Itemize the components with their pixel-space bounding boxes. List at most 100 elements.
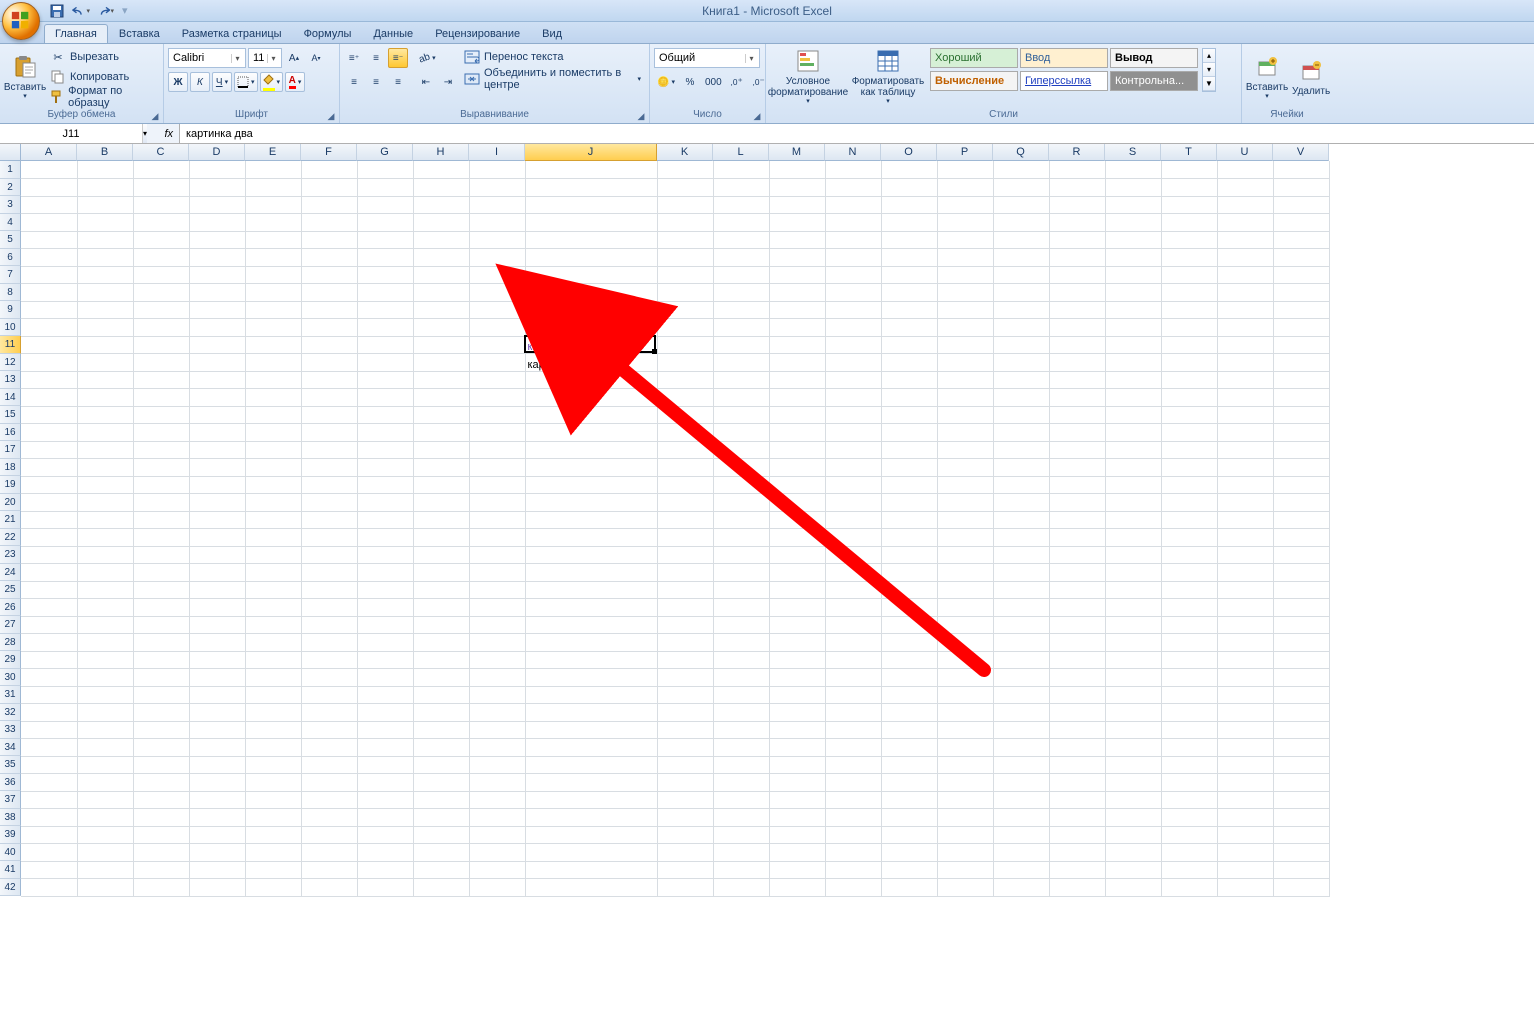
- cell[interactable]: [301, 336, 357, 354]
- cell[interactable]: [881, 651, 937, 669]
- cell[interactable]: [245, 791, 301, 809]
- percent-icon[interactable]: %: [680, 72, 700, 92]
- cell[interactable]: [881, 511, 937, 529]
- cell[interactable]: [413, 844, 469, 862]
- cell[interactable]: [245, 809, 301, 827]
- cell[interactable]: [769, 756, 825, 774]
- row-header[interactable]: 40: [0, 844, 21, 862]
- cell[interactable]: [825, 266, 881, 284]
- cell[interactable]: [1217, 581, 1273, 599]
- cell[interactable]: [713, 599, 769, 617]
- cell[interactable]: [525, 669, 657, 687]
- cell[interactable]: [713, 161, 769, 179]
- cell[interactable]: [301, 161, 357, 179]
- cell[interactable]: [1105, 459, 1161, 477]
- bold-button[interactable]: Ж: [168, 72, 188, 92]
- cell[interactable]: [245, 739, 301, 757]
- cell[interactable]: [525, 231, 657, 249]
- cell[interactable]: [469, 371, 525, 389]
- cell[interactable]: [993, 634, 1049, 652]
- cell[interactable]: [21, 301, 77, 319]
- cell[interactable]: [245, 371, 301, 389]
- cell[interactable]: [77, 686, 133, 704]
- cell[interactable]: [769, 704, 825, 722]
- cell[interactable]: [1049, 389, 1105, 407]
- row-header[interactable]: 26: [0, 599, 21, 617]
- cell[interactable]: [1105, 564, 1161, 582]
- tab-рецензирование[interactable]: Рецензирование: [424, 24, 531, 43]
- row-header[interactable]: 15: [0, 406, 21, 424]
- cell[interactable]: [21, 581, 77, 599]
- cell[interactable]: [21, 686, 77, 704]
- cell[interactable]: [881, 809, 937, 827]
- cell[interactable]: [1217, 861, 1273, 879]
- cell[interactable]: [881, 634, 937, 652]
- cell[interactable]: [713, 511, 769, 529]
- cell[interactable]: [713, 721, 769, 739]
- cell[interactable]: [825, 476, 881, 494]
- increase-font-icon[interactable]: A▴: [284, 48, 304, 68]
- cell[interactable]: [937, 704, 993, 722]
- cell[interactable]: [1217, 686, 1273, 704]
- fx-icon[interactable]: fx: [164, 128, 173, 140]
- cell[interactable]: [1161, 301, 1217, 319]
- cell[interactable]: [357, 704, 413, 722]
- cell[interactable]: [881, 249, 937, 267]
- cell[interactable]: [881, 371, 937, 389]
- cell[interactable]: [1273, 249, 1329, 267]
- paste-button[interactable]: Вставить ▾: [4, 46, 46, 108]
- cell[interactable]: [133, 546, 189, 564]
- cell[interactable]: [1105, 161, 1161, 179]
- cell[interactable]: [245, 179, 301, 197]
- cell[interactable]: [21, 739, 77, 757]
- cell[interactable]: [525, 791, 657, 809]
- cell[interactable]: [993, 319, 1049, 337]
- cell[interactable]: [413, 231, 469, 249]
- row-header[interactable]: 28: [0, 634, 21, 652]
- cell[interactable]: [133, 301, 189, 319]
- cell[interactable]: [357, 441, 413, 459]
- cell[interactable]: [301, 406, 357, 424]
- decrease-font-icon[interactable]: A▾: [306, 48, 326, 68]
- cell[interactable]: [657, 634, 713, 652]
- cell[interactable]: [1105, 809, 1161, 827]
- cell[interactable]: [1049, 284, 1105, 302]
- cell[interactable]: [1049, 634, 1105, 652]
- cell[interactable]: [413, 301, 469, 319]
- cell[interactable]: [77, 319, 133, 337]
- row-header[interactable]: 16: [0, 424, 21, 442]
- cell[interactable]: [937, 301, 993, 319]
- cell[interactable]: [1217, 266, 1273, 284]
- cell[interactable]: [937, 231, 993, 249]
- cell[interactable]: [245, 214, 301, 232]
- cell[interactable]: [301, 546, 357, 564]
- merge-center-button[interactable]: Объединить и поместить в центре▾: [464, 70, 645, 88]
- cell[interactable]: [245, 494, 301, 512]
- cell[interactable]: [133, 389, 189, 407]
- cell[interactable]: [301, 669, 357, 687]
- insert-cells-button[interactable]: Вставить▾: [1246, 46, 1288, 108]
- cell[interactable]: [357, 879, 413, 897]
- cell[interactable]: [413, 389, 469, 407]
- row-header[interactable]: 10: [0, 319, 21, 337]
- cell[interactable]: [825, 161, 881, 179]
- cell[interactable]: [1049, 616, 1105, 634]
- cell[interactable]: [1273, 826, 1329, 844]
- cell[interactable]: [1049, 826, 1105, 844]
- cell[interactable]: [301, 844, 357, 862]
- cell[interactable]: [937, 336, 993, 354]
- cell[interactable]: [1105, 774, 1161, 792]
- cell[interactable]: [881, 354, 937, 372]
- cell[interactable]: [993, 459, 1049, 477]
- cell[interactable]: [769, 249, 825, 267]
- copy-button[interactable]: Копировать: [50, 68, 159, 86]
- cell[interactable]: [1049, 669, 1105, 687]
- cell[interactable]: [713, 826, 769, 844]
- cell[interactable]: [769, 861, 825, 879]
- cell[interactable]: [769, 406, 825, 424]
- cell[interactable]: [21, 826, 77, 844]
- cell[interactable]: [1217, 791, 1273, 809]
- cell[interactable]: [525, 529, 657, 547]
- cell[interactable]: [357, 511, 413, 529]
- cell[interactable]: [881, 301, 937, 319]
